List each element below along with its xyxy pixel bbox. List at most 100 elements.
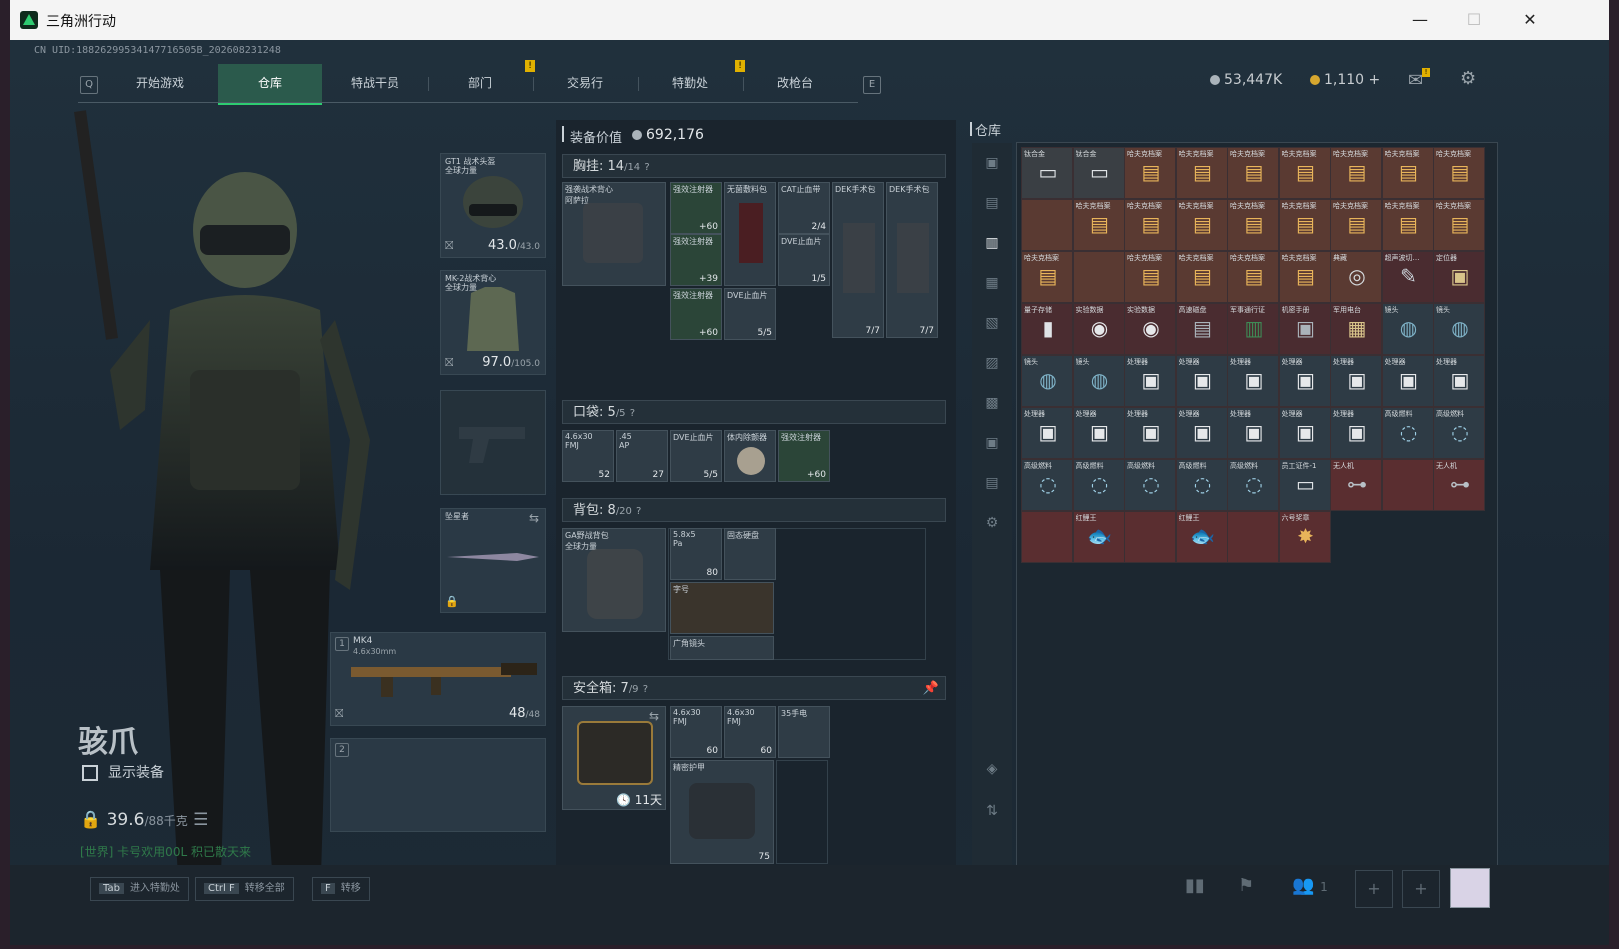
warehouse-tab-4-icon[interactable]: ▦: [982, 275, 1002, 295]
storage-item[interactable]: 哈夫克档案 ▤: [1278, 147, 1331, 199]
item-surgery-kit[interactable]: DEK手术包 7/7: [886, 182, 938, 338]
warehouse-tab-7-icon[interactable]: ▩: [982, 395, 1002, 415]
storage-item[interactable]: 哈夫克档案 ▤: [1072, 199, 1125, 251]
chest-rig-slot[interactable]: 强袭战术背心 阿萨拉: [562, 182, 666, 286]
storage-item[interactable]: 哈夫克档案 ▤: [1381, 147, 1434, 199]
storage-item[interactable]: 钛合金 ▭: [1072, 147, 1125, 199]
minimize-button[interactable]: —: [1406, 8, 1434, 32]
item-injector[interactable]: 强效注射器 +60: [778, 430, 830, 482]
backpack-slot[interactable]: GA野战背包 全球力量: [562, 528, 666, 632]
stats-chart-icon[interactable]: ▮▮: [1185, 875, 1205, 896]
sort-icon[interactable]: ⇅: [982, 803, 1002, 823]
pistol-slot[interactable]: [440, 390, 546, 495]
storage-item[interactable]: 实验数据 ◉: [1124, 303, 1176, 355]
item-hemostatic[interactable]: DVE止血片 5/5: [724, 288, 776, 340]
storage-item[interactable]: 无人机 ⊶: [1433, 459, 1485, 511]
swap-icon[interactable]: ⇆: [529, 511, 539, 525]
storage-item[interactable]: 镜头 ◍: [1021, 355, 1073, 407]
storage-item[interactable]: 高级燃料 ◌: [1381, 407, 1434, 459]
layers-icon[interactable]: ◈: [982, 761, 1002, 781]
item-map[interactable]: 字号: [670, 582, 774, 634]
storage-item[interactable]: 高级燃料 ◌: [1175, 459, 1228, 511]
tab-trading[interactable]: 交易行: [533, 64, 637, 102]
storage-item[interactable]: 红鲤王 🐟: [1072, 511, 1125, 563]
nav-next-key[interactable]: E: [863, 76, 881, 94]
storage-item[interactable]: 红鲤王 🐟: [1175, 511, 1228, 563]
storage-item[interactable]: 哈夫克档案 ▤: [1124, 199, 1176, 251]
storage-item[interactable]: 无人机 ⊶: [1330, 459, 1382, 511]
tab-gunsmith[interactable]: 改枪台: [743, 64, 847, 102]
storage-item[interactable]: 定位器 ▣: [1433, 251, 1485, 303]
close-button[interactable]: ✕: [1516, 8, 1544, 32]
tab-operators[interactable]: 特战干员: [323, 64, 427, 102]
safe-box-slot[interactable]: ⇆ 🕓 11天: [562, 706, 666, 810]
storage-item[interactable]: 镜头 ◍: [1433, 303, 1485, 355]
storage-item[interactable]: 哈夫克档案 ▤: [1175, 251, 1228, 303]
warehouse-tab-1-icon[interactable]: ▣: [982, 155, 1002, 175]
warehouse-settings-icon[interactable]: ⚙: [982, 515, 1002, 535]
storage-item[interactable]: [1072, 251, 1125, 303]
item-defibrillator[interactable]: 体内除颤器: [724, 430, 776, 482]
storage-item[interactable]: 处理器 ▣: [1433, 355, 1485, 407]
storage-item[interactable]: 处理器 ▣: [1072, 407, 1125, 459]
secondary-weapon-slot[interactable]: 2: [330, 738, 546, 832]
item-ammo[interactable]: 4.6x30 FMJ 60: [724, 706, 776, 758]
storage-item[interactable]: 处理器 ▣: [1330, 355, 1382, 407]
storage-item[interactable]: 哈夫克档案 ▤: [1381, 199, 1434, 251]
storage-item[interactable]: [1381, 459, 1434, 511]
tab-start-game[interactable]: 开始游戏: [108, 64, 212, 102]
warehouse-tab-9-icon[interactable]: ▤: [982, 475, 1002, 495]
item-ammo[interactable]: 4.6x30 FMJ 52: [562, 430, 614, 482]
item-ssd[interactable]: 固态硬盘: [724, 528, 776, 580]
flag-icon[interactable]: ⚑: [1238, 875, 1254, 896]
settings-gear-icon[interactable]: ⚙: [1460, 68, 1476, 89]
item-hemostatic[interactable]: DVE止血片 5/5: [670, 430, 722, 482]
storage-item[interactable]: 军用电台 ▦: [1330, 303, 1382, 355]
gold-balance[interactable]: 1,110 +: [1310, 72, 1380, 88]
storage-item[interactable]: 典藏 ◎: [1330, 251, 1382, 303]
storage-item[interactable]: 处理器 ▣: [1021, 407, 1073, 459]
item-ammo[interactable]: 4.6x30 FMJ 60: [670, 706, 722, 758]
warehouse-tab-5-icon[interactable]: ▧: [982, 315, 1002, 335]
storage-item[interactable]: 军事通行证 ▥: [1227, 303, 1279, 355]
storage-item[interactable]: [1124, 511, 1176, 563]
storage-item[interactable]: 哈夫克档案 ▤: [1330, 147, 1382, 199]
item-precision-armor[interactable]: 精密护甲 75: [670, 760, 774, 864]
storage-item[interactable]: 处理器 ▣: [1175, 355, 1228, 407]
tab-department[interactable]: 部门: [428, 64, 532, 102]
team-slot-1[interactable]: +: [1355, 870, 1393, 908]
player-avatar[interactable]: [1450, 868, 1490, 908]
storage-item[interactable]: 哈夫克档案 ▤: [1124, 251, 1176, 303]
item-dressing[interactable]: 无菌敷料包: [724, 182, 776, 286]
storage-item[interactable]: 处理器 ▣: [1278, 355, 1331, 407]
storage-item[interactable]: 处理器 ▣: [1278, 407, 1331, 459]
item-injector[interactable]: 强效注射器 +39: [670, 234, 722, 286]
storage-item[interactable]: 镜头 ◍: [1072, 355, 1125, 407]
storage-item[interactable]: 高级燃料 ◌: [1433, 407, 1485, 459]
maximize-button[interactable]: ☐: [1460, 8, 1488, 32]
item-surgery-kit[interactable]: DEK手术包 7/7: [832, 182, 884, 338]
storage-item[interactable]: 高级燃料 ◌: [1124, 459, 1176, 511]
melee-slot[interactable]: 坠星者 ⇆ 🔒: [440, 508, 546, 613]
storage-item[interactable]: 哈夫克档案 ▤: [1227, 199, 1279, 251]
storage-item[interactable]: 镜头 ◍: [1381, 303, 1434, 355]
storage-item[interactable]: 处理器 ▣: [1124, 407, 1176, 459]
storage-item[interactable]: 哈夫克档案 ▤: [1175, 147, 1228, 199]
storage-item[interactable]: 哈夫克档案 ▤: [1330, 199, 1382, 251]
item-injector[interactable]: 强效注射器 +60: [670, 288, 722, 340]
storage-item[interactable]: 处理器 ▣: [1227, 355, 1279, 407]
tab-special-ops[interactable]: 特勤处: [638, 64, 742, 102]
storage-item[interactable]: 哈夫克档案 ▤: [1433, 199, 1485, 251]
storage-item[interactable]: 哈夫克档案 ▤: [1227, 147, 1279, 199]
storage-item[interactable]: [1021, 199, 1073, 251]
team-slot-2[interactable]: +: [1402, 870, 1440, 908]
storage-item[interactable]: 高级燃料 ◌: [1021, 459, 1073, 511]
storage-item[interactable]: 量子存储 ▮: [1021, 303, 1073, 355]
hint-transfer-all[interactable]: Ctrl F 转移全部: [195, 877, 294, 901]
storage-item[interactable]: [1227, 511, 1279, 563]
storage-item[interactable]: 员工证件-1 ▭: [1278, 459, 1331, 511]
item-injector[interactable]: 强效注射器 +60: [670, 182, 722, 234]
item-hemostatic[interactable]: DVE止血片 1/5: [778, 234, 830, 286]
storage-item[interactable]: 高级燃料 ◌: [1227, 459, 1279, 511]
storage-item[interactable]: 六号奖章 ✸: [1278, 511, 1331, 563]
